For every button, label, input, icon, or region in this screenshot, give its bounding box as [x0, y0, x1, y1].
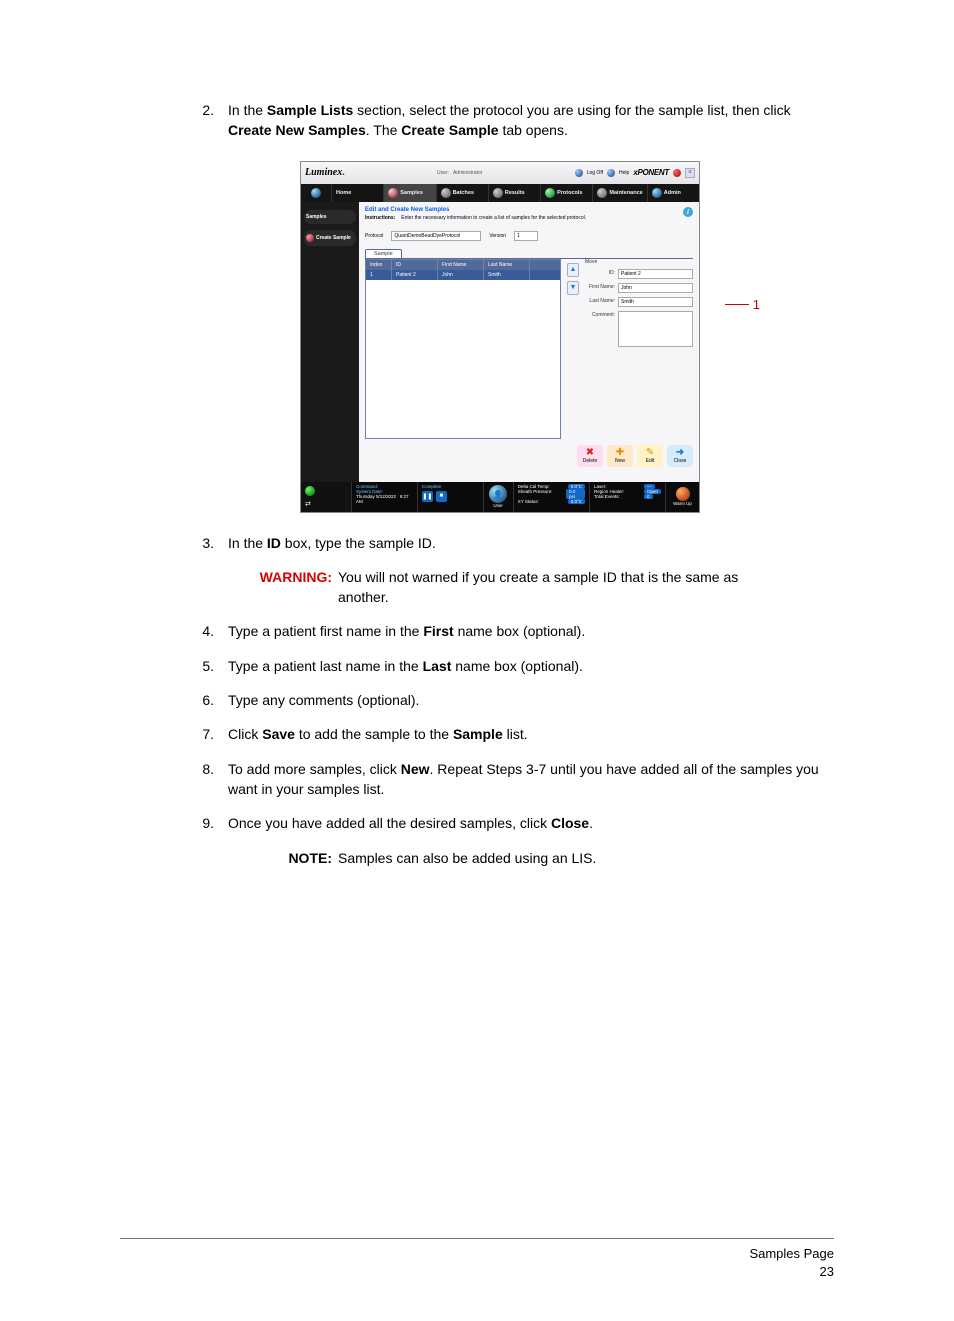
protocols-icon — [545, 188, 555, 198]
brand-logo: Luminex. — [305, 167, 345, 178]
col-firstname: First Name — [438, 260, 484, 270]
product-name: xPONENT — [633, 168, 669, 177]
edit-button[interactable]: ✎Edit — [637, 445, 663, 467]
product-orb-icon — [673, 169, 681, 177]
status-bar: ⇄ Command: System Date: Thursday 5/12/20… — [301, 482, 699, 512]
close-button[interactable]: ➜Close — [667, 445, 693, 467]
nav-maintenance[interactable]: Maintenance — [592, 184, 646, 202]
protocol-label: Protocol — [365, 233, 383, 239]
edit-icon: ✎ — [646, 448, 654, 458]
results-icon — [493, 188, 503, 198]
delete-button[interactable]: ✖Delete — [577, 445, 603, 467]
panel-title: Edit and Create New Samples — [365, 207, 693, 213]
nav-results[interactable]: Results — [488, 184, 540, 202]
batches-icon — [441, 188, 451, 198]
close-icon: ➜ — [676, 448, 684, 458]
col-index: Index — [366, 260, 392, 270]
step-9: 9.Once you have added all the desired sa… — [200, 813, 834, 833]
move-down-button[interactable]: ▼ — [567, 281, 579, 295]
instructions-label: Instructions: — [365, 215, 395, 221]
table-row[interactable]: 1 Patient 2 John Smith — [366, 270, 560, 280]
warning-block: WARNING: You will not warned if you crea… — [252, 567, 834, 608]
step-2: 2. In the Sample Lists section, select t… — [200, 100, 834, 141]
window-close-button[interactable]: × — [685, 168, 695, 178]
pause-button[interactable]: ❚❚ — [422, 491, 433, 502]
user-icon[interactable]: 👤 — [489, 485, 507, 503]
step-6: 6.Type any comments (optional). — [200, 690, 834, 710]
instructions-text: Enter the necessary information to creat… — [401, 215, 586, 221]
app-window: Luminex. User: Administrator Log Off Hel… — [300, 161, 700, 513]
samples-grid: Index ID First Name Last Name 1 Patient … — [365, 259, 561, 439]
logoff-icon[interactable] — [575, 169, 583, 177]
stop-button[interactable]: ■ — [436, 491, 447, 502]
step-4: 4.Type a patient first name in the First… — [200, 621, 834, 641]
callout-1: 1 — [725, 297, 760, 312]
sidebar-samples[interactable]: Samples — [304, 210, 356, 224]
col-lastname: Last Name — [484, 260, 530, 270]
nav-admin[interactable]: Admin — [647, 184, 699, 202]
move-label: Move — [585, 259, 693, 265]
screenshot-figure: Luminex. User: Administrator Log Off Hel… — [300, 161, 730, 513]
lastname-label: Last Name: — [585, 297, 615, 304]
note-block: NOTE: Samples can also be added using an… — [252, 848, 834, 868]
footer-page: 23 — [120, 1263, 834, 1281]
home-icon — [311, 188, 321, 198]
warmup-icon[interactable] — [676, 487, 690, 501]
lastname-input[interactable] — [618, 297, 693, 307]
user-label: User: — [437, 170, 449, 176]
protocol-input[interactable] — [391, 231, 481, 241]
footer-title: Samples Page — [120, 1245, 834, 1263]
step-7: 7.Click Save to add the sample to the Sa… — [200, 724, 834, 744]
help-icon[interactable] — [607, 169, 615, 177]
new-button[interactable]: ✚New — [607, 445, 633, 467]
step-8: 8.To add more samples, click New. Repeat… — [200, 759, 834, 800]
move-up-button[interactable]: ▲ — [567, 263, 579, 277]
sidebar-create-sample[interactable]: Create Sample — [304, 230, 356, 246]
help-link[interactable]: Help — [619, 170, 629, 176]
id-label: ID: — [585, 269, 615, 276]
nav-batches[interactable]: Batches — [436, 184, 488, 202]
version-input[interactable] — [514, 231, 538, 241]
home-button[interactable] — [301, 184, 331, 202]
id-input[interactable] — [618, 269, 693, 279]
info-icon[interactable]: i — [683, 207, 693, 217]
nav-protocols[interactable]: Protocols — [540, 184, 592, 202]
new-icon: ✚ — [616, 448, 624, 458]
nav-samples[interactable]: Samples — [383, 184, 435, 202]
logoff-link[interactable]: Log Off — [587, 170, 603, 176]
samples-icon — [388, 188, 398, 198]
admin-icon — [652, 188, 662, 198]
tab-sample[interactable]: Sample — [365, 249, 402, 258]
page-footer: Samples Page 23 — [120, 1238, 834, 1281]
delete-icon: ✖ — [586, 448, 594, 458]
comment-input[interactable] — [618, 311, 693, 347]
step-3: 3. In the ID box, type the sample ID. — [200, 533, 834, 553]
maintenance-icon — [597, 188, 607, 198]
status-check-icon — [305, 486, 315, 496]
version-label: Version — [489, 233, 506, 239]
nav-home[interactable]: Home — [331, 184, 383, 202]
firstname-label: First Name: — [585, 283, 615, 290]
create-sample-icon — [306, 234, 314, 242]
col-id: ID — [392, 260, 438, 270]
firstname-input[interactable] — [618, 283, 693, 293]
step-5: 5.Type a patient last name in the Last n… — [200, 656, 834, 676]
user-value: Administrator — [453, 170, 482, 176]
comment-label: Comment: — [585, 311, 615, 318]
